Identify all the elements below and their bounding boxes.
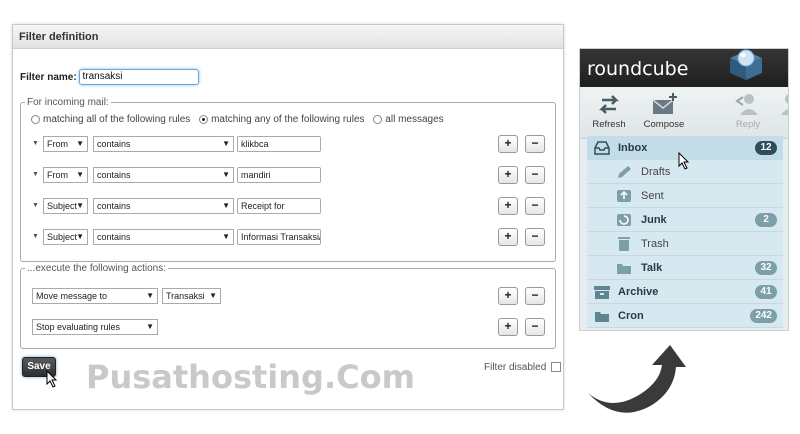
action-row: Stop evaluating rules ▼ + − bbox=[32, 318, 552, 336]
unread-count-badge: 32 bbox=[755, 261, 777, 275]
filter-disabled-label: Filter disabled bbox=[484, 362, 547, 373]
collapse-triangle-icon[interactable]: ▼ bbox=[32, 171, 39, 178]
mouse-cursor-icon bbox=[678, 152, 690, 170]
collapse-triangle-icon[interactable]: ▼ bbox=[32, 140, 39, 147]
filter-disabled-checkbox[interactable] bbox=[551, 362, 562, 373]
folder-icon bbox=[617, 264, 631, 274]
action-select[interactable]: Move message to ▼ bbox=[32, 288, 158, 304]
folder-icon bbox=[595, 312, 609, 322]
pencil-icon bbox=[618, 166, 631, 178]
rule-value-input[interactable]: mandiri bbox=[237, 167, 321, 183]
trash-icon bbox=[618, 237, 630, 251]
rule-header-select[interactable]: Subject ▼ bbox=[43, 198, 88, 214]
folder-archive[interactable]: Archive 41 bbox=[587, 280, 783, 304]
junk-icon bbox=[617, 214, 631, 226]
mouse-cursor-icon bbox=[46, 370, 58, 388]
filter-name-label: Filter name: bbox=[20, 71, 77, 83]
unread-count-badge: 12 bbox=[755, 141, 777, 155]
roundcube-logo: roundcube bbox=[587, 58, 689, 80]
curved-arrow-icon bbox=[588, 345, 686, 413]
rule-operator-select[interactable]: contains ▼ bbox=[93, 136, 234, 152]
collapse-triangle-icon[interactable]: ▼ bbox=[32, 233, 39, 240]
watermark-text: Pusathosting.Com bbox=[86, 358, 415, 396]
add-rule-button[interactable]: + bbox=[498, 166, 518, 184]
remove-rule-button[interactable]: − bbox=[525, 166, 545, 184]
folder-sent[interactable]: Sent bbox=[587, 184, 783, 208]
match-all-messages-option[interactable]: all messages bbox=[373, 114, 444, 125]
rule-operator-select[interactable]: contains ▼ bbox=[93, 198, 234, 214]
radio-icon[interactable] bbox=[31, 114, 40, 124]
actions-legend: ...execute the following actions: bbox=[27, 263, 166, 274]
unread-count-badge: 2 bbox=[755, 213, 777, 227]
remove-rule-button[interactable]: − bbox=[525, 197, 545, 215]
reply-icon bbox=[735, 94, 758, 115]
radio-selected-icon[interactable] bbox=[199, 114, 209, 124]
rule-row: ▼ Subject ▼ contains ▼ Receipt for + − bbox=[32, 197, 552, 215]
remove-rule-button[interactable]: − bbox=[525, 135, 545, 153]
refresh-button[interactable]: Refresh bbox=[584, 91, 634, 130]
sent-icon bbox=[617, 190, 631, 202]
add-rule-button[interactable]: + bbox=[498, 197, 518, 215]
filter-name-input[interactable]: transaksi bbox=[79, 69, 200, 85]
folder-cron[interactable]: Cron 242 bbox=[587, 304, 783, 328]
rule-row: ▼ Subject ▼ contains ▼ Informasi Transaksi… bbox=[32, 228, 552, 246]
collapse-triangle-icon[interactable]: ▼ bbox=[32, 202, 39, 209]
add-rule-button[interactable]: + bbox=[498, 135, 518, 153]
rule-header-select[interactable]: From ▼ bbox=[43, 136, 88, 152]
unread-count-badge: 41 bbox=[755, 285, 777, 299]
refresh-icon bbox=[598, 95, 620, 114]
folder-talk[interactable]: Talk 32 bbox=[587, 256, 783, 280]
rule-value-input[interactable]: Receipt for bbox=[237, 198, 321, 214]
reply-all-icon bbox=[781, 94, 788, 115]
rule-row: ▼ From ▼ contains ▼ mandiri + − bbox=[32, 166, 552, 184]
remove-action-button[interactable]: − bbox=[525, 318, 545, 336]
action-target-select[interactable]: Transaksi ▼ bbox=[162, 288, 221, 304]
rule-header-select[interactable]: Subject ▼ bbox=[43, 229, 88, 245]
rule-header-select[interactable]: From ▼ bbox=[43, 167, 88, 183]
folder-junk[interactable]: Junk 2 bbox=[587, 208, 783, 232]
add-action-button[interactable]: + bbox=[498, 318, 518, 336]
action-row: Move message to ▼ Transaksi ▼ + − bbox=[32, 287, 552, 305]
match-all-option[interactable]: matching all of the following rules bbox=[31, 114, 190, 125]
filter-name-row: Filter name: transaksi bbox=[20, 69, 200, 85]
archive-icon bbox=[594, 286, 610, 299]
folder-trash[interactable]: Trash bbox=[587, 232, 783, 256]
rule-operator-select[interactable]: contains ▼ bbox=[93, 229, 234, 245]
match-any-option[interactable]: matching any of the following rules bbox=[199, 114, 365, 125]
rule-row: ▼ From ▼ contains ▼ klikbca + − bbox=[32, 135, 552, 153]
add-action-button[interactable]: + bbox=[498, 287, 518, 305]
rc-header: roundcube bbox=[580, 49, 788, 87]
rules-legend: For incoming mail: bbox=[27, 97, 109, 108]
reply-all-button[interactable]: R bbox=[770, 91, 788, 130]
compose-icon bbox=[652, 93, 677, 114]
panel-title: Filter definition bbox=[13, 25, 563, 49]
radio-icon[interactable] bbox=[373, 114, 383, 124]
add-rule-button[interactable]: + bbox=[498, 228, 518, 246]
unread-count-badge: 242 bbox=[750, 309, 777, 323]
rule-operator-select[interactable]: contains ▼ bbox=[93, 167, 234, 183]
action-select[interactable]: Stop evaluating rules ▼ bbox=[32, 319, 158, 335]
rule-value-input[interactable]: Informasi Transaksi/Tra bbox=[237, 229, 321, 245]
rule-value-input[interactable]: klikbca bbox=[237, 136, 321, 152]
roundcube-cube-icon bbox=[730, 49, 762, 80]
actions-fieldset: ...execute the following actions: bbox=[20, 263, 556, 349]
remove-rule-button[interactable]: − bbox=[525, 228, 545, 246]
remove-action-button[interactable]: − bbox=[525, 287, 545, 305]
rc-toolbar: Refresh Compose Reply R bbox=[580, 87, 788, 139]
reply-button[interactable]: Reply bbox=[723, 91, 773, 130]
match-options: matching all of the following rules matc… bbox=[31, 114, 450, 125]
compose-button[interactable]: Compose bbox=[639, 91, 689, 130]
inbox-icon bbox=[594, 141, 610, 155]
filter-disabled-row[interactable]: Filter disabled bbox=[484, 362, 562, 373]
